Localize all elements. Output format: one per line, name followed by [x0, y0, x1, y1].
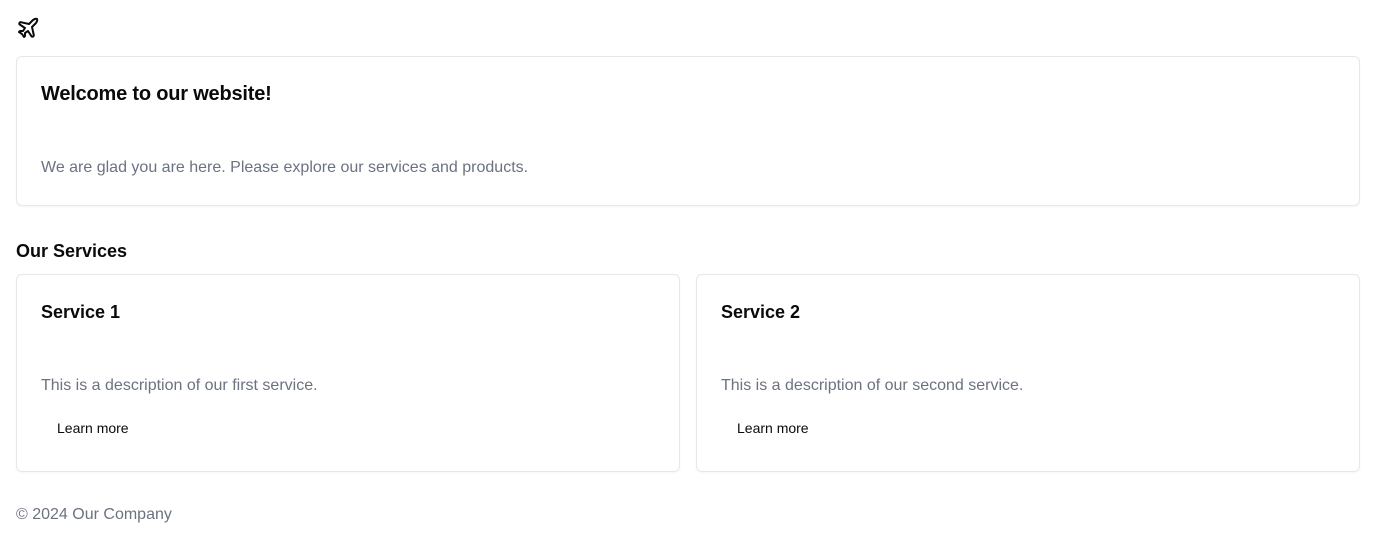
services-grid: Service 1 This is a description of our f…	[16, 274, 1360, 472]
service-title: Service 2	[721, 302, 801, 322]
service-description: This is a description of our second serv…	[721, 377, 1024, 394]
service-title: Service 1	[41, 302, 121, 322]
plane-icon[interactable]	[16, 16, 40, 40]
learn-more-button[interactable]: Learn more	[41, 413, 145, 443]
service-card-2: Service 2 This is a description of our s…	[696, 274, 1360, 472]
welcome-title: Welcome to our website!	[41, 83, 272, 105]
footer-text: © 2024 Our Company	[16, 506, 172, 523]
top-bar	[16, 0, 1360, 56]
learn-more-button[interactable]: Learn more	[721, 413, 825, 443]
service-card-1: Service 1 This is a description of our f…	[16, 274, 680, 472]
page: Welcome to our website! We are glad you …	[0, 0, 1376, 544]
welcome-card: Welcome to our website! We are glad you …	[16, 56, 1360, 206]
service-description: This is a description of our first servi…	[41, 377, 318, 394]
services-heading: Our Services	[16, 241, 128, 261]
welcome-text: We are glad you are here. Please explore…	[41, 159, 529, 176]
